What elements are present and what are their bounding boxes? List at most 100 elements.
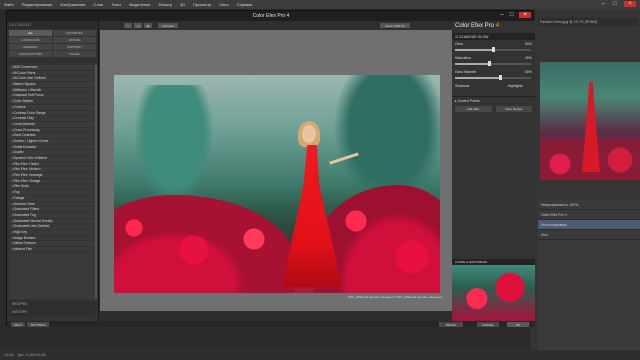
close-icon[interactable]: × — [519, 12, 531, 18]
category-travel[interactable]: TRAVEL — [53, 51, 96, 57]
slider-fill — [455, 63, 490, 65]
minimize-icon[interactable]: – — [602, 1, 605, 7]
ok-button[interactable]: OK — [507, 322, 529, 327]
category-wedding[interactable]: WEDDING — [9, 44, 52, 50]
category-grid: ALL FAVORITES LANDSCAPE NATURE WEDDING P… — [7, 29, 98, 58]
preview-bottom-bar — [100, 311, 452, 321]
category-architecture[interactable]: ARCHITECTURE — [9, 51, 52, 57]
slider-fill — [455, 49, 493, 51]
slider-group: Glow 50% Saturation 45% Glow Warmth 60% — [452, 40, 535, 82]
menu-item-text[interactable]: Текст — [111, 2, 121, 7]
slider-track[interactable] — [455, 47, 531, 52]
adjustments-panel: Color Efex Pro 4 ☑ GLAMOUR GLOW Glow 50% S… — [452, 21, 535, 321]
slider-knob[interactable] — [499, 75, 503, 80]
left-bottom-sections: RECIPES HISTORY — [9, 301, 95, 317]
preview-image[interactable] — [114, 75, 440, 293]
photo-flowers — [114, 195, 294, 293]
brand-version: 4 — [495, 23, 500, 29]
side-by-side-icon[interactable]: ▤ — [144, 23, 152, 28]
filter-item[interactable]: Infrared Film — [9, 247, 95, 253]
history-section[interactable]: HISTORY — [9, 309, 95, 316]
right-panel-buttons: Add Filter Save Recipe — [452, 104, 535, 114]
category-portrait[interactable]: PORTRAIT — [53, 44, 96, 50]
slider-track[interactable] — [455, 61, 531, 66]
slider-label: Glow — [455, 42, 463, 46]
version-label: 1.0 / 2.5.0.117 — [7, 21, 98, 29]
photo-tree — [134, 85, 214, 205]
add-filter-button[interactable]: Add Filter — [455, 106, 492, 112]
preview-area: □ ◫ ▤ Compare Zoom (100 %) DSC_4939 как … — [100, 21, 452, 321]
shadows-label: Shadows — [455, 84, 470, 88]
slider-row: Saturation 45% — [452, 54, 535, 68]
photo-face — [302, 125, 316, 143]
menu-item-edit[interactable]: Редактирование — [22, 2, 52, 7]
layer-row[interactable]: Фон копировать — [538, 220, 640, 230]
layers-panel: Непрозрачность: 100% Color Efex Pro 4 Фо… — [538, 200, 640, 350]
maximize-icon[interactable]: □ — [613, 1, 617, 7]
menu-item-3d[interactable]: 3D — [180, 2, 185, 7]
cancel-button[interactable]: CANCEL — [477, 322, 499, 327]
minimize-icon[interactable]: – — [501, 12, 504, 18]
category-nature[interactable]: NATURE — [53, 37, 96, 43]
brand-logo: Color Efex Pro 4 — [452, 21, 535, 33]
slider-row: Glow 50% — [452, 40, 535, 54]
category-favorites[interactable]: FAVORITES — [53, 30, 96, 36]
chevron-right-icon: ▸ — [455, 99, 457, 103]
cep-title: Color Efex Pro 4 — [252, 13, 290, 19]
shadows-highlights-row[interactable]: Shadows Highlights — [452, 82, 535, 96]
slider-value: 60% — [524, 70, 532, 74]
slider-label: Glow Warmth — [455, 70, 477, 74]
slider-value: 45% — [524, 56, 532, 60]
single-view-icon[interactable]: □ — [124, 23, 132, 28]
menu-item-window[interactable]: Окно — [219, 2, 228, 7]
menu-item-filter[interactable]: Фильтр — [159, 2, 172, 7]
zoom-level: 16,6% — [4, 353, 14, 357]
preview-toolbar: □ ◫ ▤ Compare Zoom (100 %) — [100, 21, 452, 30]
status-bar: 16,6% Док: 11,8M/16,0M — [0, 350, 640, 360]
control-points-row[interactable]: ▸ Control Points — [452, 96, 535, 104]
document-canvas — [540, 62, 640, 180]
help-button[interactable]: HELP — [11, 322, 25, 327]
compare-button[interactable]: Compare — [158, 23, 178, 28]
recipes-section[interactable]: RECIPES — [9, 301, 95, 308]
checkbox-icon[interactable]: ☑ — [455, 35, 458, 39]
close-icon[interactable]: × — [624, 1, 636, 7]
loupe-view — [452, 265, 535, 321]
category-all[interactable]: ALL — [9, 30, 52, 36]
cep-titlebar: Color Efex Pro 4 – □ × — [7, 11, 535, 21]
highlights-label: Highlights — [507, 84, 523, 88]
split-view-icon[interactable]: ◫ — [134, 23, 142, 28]
menu-item-file[interactable]: Файл — [4, 2, 14, 7]
filter-browser: 1.0 / 2.5.0.117 ALL FAVORITES LANDSCAPE … — [7, 21, 99, 321]
layer-row[interactable]: Color Efex Pro 4 — [538, 210, 640, 220]
settings-button[interactable]: SETTINGS — [27, 322, 49, 327]
cep-bottom-bar: HELP SETTINGS BRUSH CANCEL OK — [7, 321, 535, 327]
zoom-dropdown[interactable]: Zoom (100 %) — [380, 23, 410, 28]
menu-item-help[interactable]: Справка — [237, 2, 253, 7]
maximize-icon[interactable]: □ — [510, 12, 514, 18]
category-landscape[interactable]: LANDSCAPE — [9, 37, 52, 43]
menu-item-layers[interactable]: Слои — [94, 2, 104, 7]
slider-track[interactable] — [455, 75, 531, 80]
filter-header[interactable]: ☑ GLAMOUR GLOW — [452, 33, 535, 40]
filter-list-scrollbar[interactable] — [95, 65, 97, 299]
layer-row[interactable]: Фон — [538, 230, 640, 240]
layer-opacity[interactable]: Непрозрачность: 100% — [538, 200, 640, 210]
image-caption: DSC_4939 как сделать объемн.2 / DSC_4939… — [348, 295, 442, 299]
brand-name: Color Efex Pro — [455, 23, 495, 29]
slider-knob[interactable] — [491, 47, 495, 52]
photoshop-menubar: Файл Редактирование Изображение Слои Тек… — [0, 0, 640, 9]
slider-row: Glow Warmth 60% — [452, 68, 535, 82]
menu-item-select[interactable]: Выделение — [129, 2, 150, 7]
slider-fill — [455, 77, 501, 79]
doc-size: Док: 11,8M/16,0M — [17, 353, 46, 357]
filter-list: B/W ConversionBi-Color FiltersBi-Color U… — [9, 65, 95, 299]
document-tab[interactable]: Fashion Dress.jpg @ 16,7% (RGB/8) — [538, 18, 638, 26]
menu-item-view[interactable]: Просмотр — [193, 2, 211, 7]
save-recipe-button[interactable]: Save Recipe — [495, 106, 532, 112]
slider-knob[interactable] — [487, 61, 491, 66]
slider-label: Saturation — [455, 56, 471, 60]
brush-button[interactable]: BRUSH — [439, 322, 463, 327]
menu-item-image[interactable]: Изображение — [60, 2, 85, 7]
canvas-figure — [582, 82, 600, 172]
